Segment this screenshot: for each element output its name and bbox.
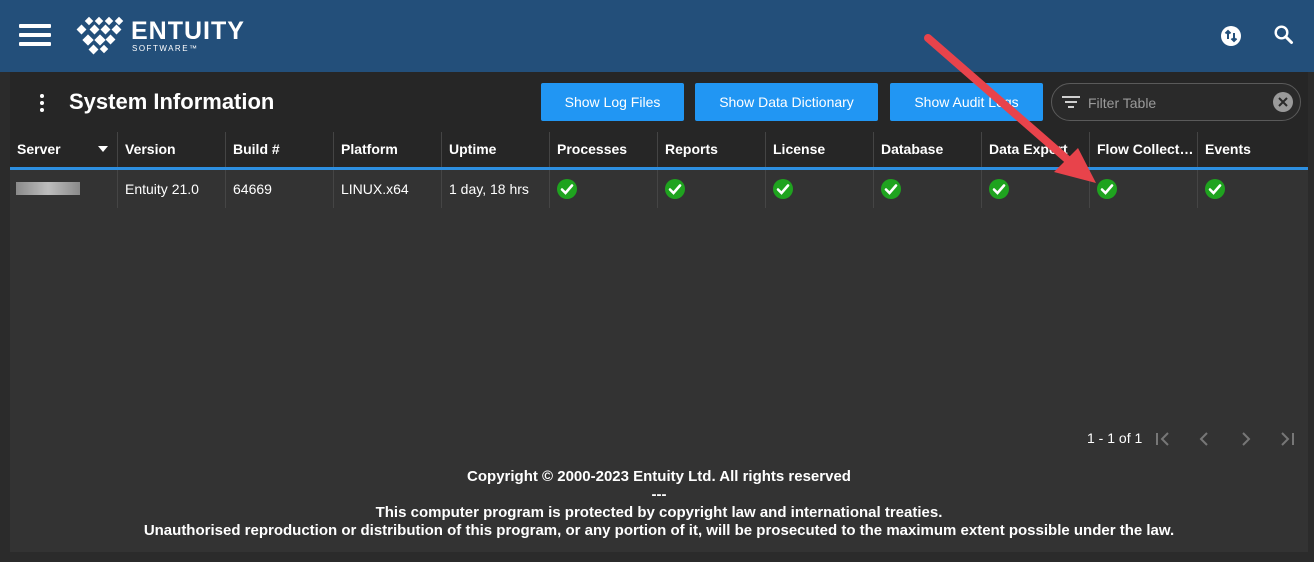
cell-reports-status bbox=[658, 170, 766, 208]
column-header-license[interactable]: License bbox=[766, 132, 874, 167]
copyright-footer: Copyright © 2000-2023 Entuity Ltd. All r… bbox=[10, 468, 1308, 540]
cell-license-status bbox=[766, 170, 874, 208]
check-icon bbox=[665, 179, 685, 199]
footer-separator: --- bbox=[651, 486, 667, 503]
table-header: Server Version Build # Platform Uptime P… bbox=[10, 132, 1308, 167]
column-header-platform[interactable]: Platform bbox=[334, 132, 442, 167]
sync-icon[interactable] bbox=[1221, 26, 1241, 46]
check-icon bbox=[557, 179, 577, 199]
copyright-notice: This computer program is protected by co… bbox=[375, 504, 943, 521]
filter-input[interactable] bbox=[1086, 92, 1270, 114]
redacted-server-name bbox=[16, 182, 80, 195]
cell-flow-collector-status bbox=[1090, 170, 1198, 208]
column-header-database[interactable]: Database bbox=[874, 132, 982, 167]
filter-icon bbox=[1062, 96, 1080, 108]
more-options-icon[interactable] bbox=[38, 94, 46, 114]
check-icon bbox=[773, 179, 793, 199]
show-log-files-button[interactable]: Show Log Files bbox=[541, 83, 684, 121]
copyright-line: Copyright © 2000-2023 Entuity Ltd. All r… bbox=[467, 468, 851, 485]
table-row[interactable]: Entuity 21.0 64669 LINUX.x64 1 day, 18 h… bbox=[10, 170, 1308, 208]
page-title: System Information bbox=[69, 89, 275, 114]
column-header-server[interactable]: Server bbox=[10, 132, 118, 167]
cell-data-export-status bbox=[982, 170, 1090, 208]
pagination-range: 1 - 1 of 1 bbox=[1087, 430, 1143, 446]
sort-desc-icon[interactable] bbox=[98, 146, 108, 152]
next-page-icon[interactable] bbox=[1236, 429, 1256, 449]
column-header-data-export[interactable]: Data Export bbox=[982, 132, 1090, 167]
column-header-build[interactable]: Build # bbox=[226, 132, 334, 167]
system-information-panel: System Information Show Log Files Show D… bbox=[10, 72, 1308, 552]
show-data-dictionary-button[interactable]: Show Data Dictionary bbox=[695, 83, 878, 121]
cell-platform: LINUX.x64 bbox=[334, 170, 442, 208]
cell-events-status bbox=[1198, 170, 1308, 208]
check-icon bbox=[1097, 179, 1117, 199]
check-icon bbox=[1205, 179, 1225, 199]
search-icon[interactable] bbox=[1273, 24, 1295, 46]
panel-header: System Information Show Log Files Show D… bbox=[10, 72, 1308, 132]
hamburger-icon[interactable] bbox=[19, 24, 51, 46]
column-header-version[interactable]: Version bbox=[118, 132, 226, 167]
brand-name: ENTUITY bbox=[131, 17, 245, 45]
clear-filter-icon[interactable] bbox=[1273, 92, 1293, 112]
column-header-flow-collector[interactable]: Flow Collect… bbox=[1090, 132, 1198, 167]
cell-uptime: 1 day, 18 hrs bbox=[442, 170, 550, 208]
column-header-reports[interactable]: Reports bbox=[658, 132, 766, 167]
cell-server bbox=[10, 170, 118, 208]
cell-database-status bbox=[874, 170, 982, 208]
entuity-logo-icon bbox=[76, 16, 124, 55]
cell-processes-status bbox=[550, 170, 658, 208]
column-header-uptime[interactable]: Uptime bbox=[442, 132, 550, 167]
reproduction-warning: Unauthorised reproduction or distributio… bbox=[143, 522, 1175, 539]
first-page-icon[interactable] bbox=[1153, 429, 1173, 449]
column-header-processes[interactable]: Processes bbox=[550, 132, 658, 167]
cell-version: Entuity 21.0 bbox=[118, 170, 226, 208]
column-header-events[interactable]: Events bbox=[1198, 132, 1308, 167]
show-audit-logs-button[interactable]: Show Audit Logs bbox=[890, 83, 1043, 121]
check-icon bbox=[881, 179, 901, 199]
previous-page-icon[interactable] bbox=[1194, 429, 1214, 449]
last-page-icon[interactable] bbox=[1277, 429, 1297, 449]
brand-subtitle: SOFTWARE™ bbox=[132, 44, 199, 53]
top-bar: ENTUITY SOFTWARE™ bbox=[0, 0, 1314, 72]
cell-build: 64669 bbox=[226, 170, 334, 208]
check-icon bbox=[989, 179, 1009, 199]
filter-box bbox=[1051, 83, 1301, 121]
